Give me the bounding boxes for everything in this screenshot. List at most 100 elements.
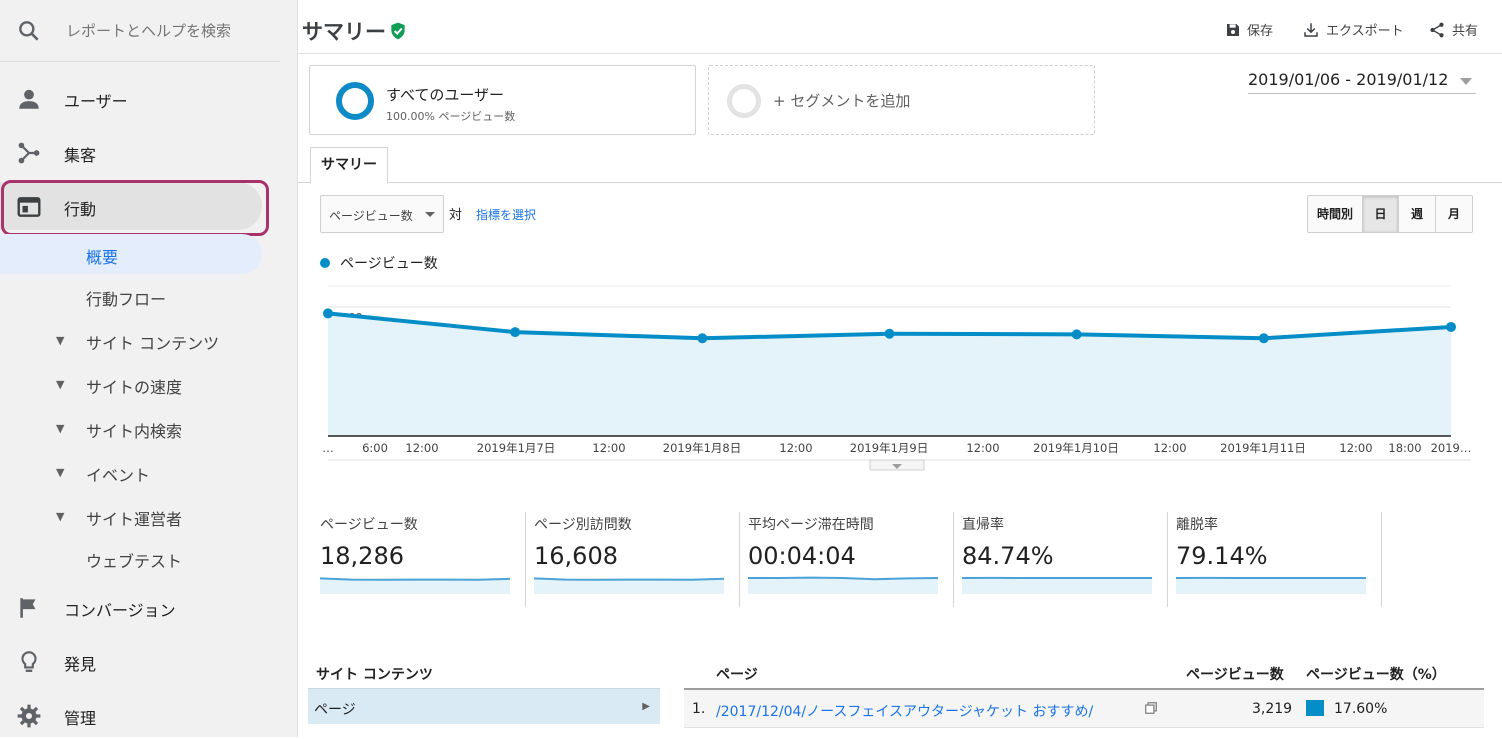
nav-label-admin: 管理 xyxy=(64,705,96,729)
nav-item-users[interactable]: ユーザー xyxy=(0,74,280,122)
expand-arrow-icon: ▼ xyxy=(56,334,64,347)
nav-sub-experiments[interactable]: ウェブテスト xyxy=(0,538,262,578)
data-point xyxy=(1259,333,1269,343)
x-tick-label: 12:00 xyxy=(779,441,812,455)
sparkline-area xyxy=(534,578,724,594)
granularity-month[interactable]: 月 xyxy=(1436,196,1472,232)
pick-metric-link[interactable]: 指標を選択 xyxy=(476,206,536,223)
nav-sub-label: サイト コンテンツ xyxy=(86,330,219,354)
x-tick-label: 12:00 xyxy=(405,441,438,455)
date-range-picker[interactable]: 2019/01/06 - 2019/01/12 xyxy=(1248,70,1476,94)
granularity-week[interactable]: 週 xyxy=(1399,196,1436,232)
site-content-header: サイト コンテンツ xyxy=(316,664,433,684)
nav-item-conversions[interactable]: コンバージョン xyxy=(0,583,280,631)
export-label: エクスポート xyxy=(1326,20,1404,39)
open-page-icon[interactable] xyxy=(1144,701,1158,715)
kpi-value: 84.74% xyxy=(962,542,1054,570)
kpi-bounce-rate[interactable]: 直帰率 84.74% xyxy=(954,512,1168,607)
granularity-toggle: 時間別 日 週 月 xyxy=(1307,195,1473,233)
granularity-hourly[interactable]: 時間別 xyxy=(1308,196,1363,232)
nav-sub-events[interactable]: ▼ イベント xyxy=(0,452,262,492)
nav-sub-label: イベント xyxy=(86,462,150,486)
nav-sub-label: 行動フロー xyxy=(86,286,166,310)
kpi-unique-pageviews[interactable]: ページ別訪問数 16,608 xyxy=(526,512,740,607)
kpi-avg-time-on-page[interactable]: 平均ページ滞在時間 00:04:04 xyxy=(740,512,954,607)
x-tick-label: 12:00 xyxy=(1339,441,1372,455)
add-segment-label: + セグメントを追加 xyxy=(773,90,910,111)
data-point xyxy=(1072,329,1082,339)
data-point xyxy=(1446,322,1456,332)
sidebar: レポートとヘルプを検索 ユーザー 集客 行動 概要 行動フロー ▼ サイト コン… xyxy=(0,0,298,737)
header-bar: サマリー 保存 エクスポート 共有 xyxy=(298,0,1502,54)
nav-item-discover[interactable]: 発見 xyxy=(0,637,280,685)
kpi-value: 79.14% xyxy=(1176,542,1268,570)
x-tick-label: … xyxy=(322,441,334,455)
tab-summary[interactable]: サマリー xyxy=(310,147,388,184)
x-tick-label: 2019年1月10日 xyxy=(1033,441,1119,455)
kpi-value: 18,286 xyxy=(320,542,404,570)
nav-sub-behavior-flow[interactable]: 行動フロー xyxy=(0,276,262,316)
legend-label: ページビュー数 xyxy=(340,253,438,273)
share-button[interactable]: 共有 xyxy=(1428,20,1478,39)
row-pct-bar xyxy=(1306,700,1324,716)
search-icon xyxy=(16,18,42,44)
kpi-sparkline xyxy=(1176,572,1366,594)
kpi-sparkline xyxy=(748,572,938,594)
save-button[interactable]: 保存 xyxy=(1225,20,1273,39)
search-box[interactable]: レポートとヘルプを検索 xyxy=(0,0,280,62)
nav-label-acquisition: 集客 xyxy=(64,142,96,166)
vs-label: 対 xyxy=(449,204,462,223)
save-label: 保存 xyxy=(1247,20,1273,39)
share-icon xyxy=(1428,21,1446,39)
kpi-value: 00:04:04 xyxy=(748,542,856,570)
x-tick-label: 12:00 xyxy=(1153,441,1186,455)
nav-item-acquisition[interactable]: 集客 xyxy=(0,128,280,176)
nav-sub-site-content[interactable]: ▼ サイト コンテンツ xyxy=(0,320,262,360)
sparkline-area xyxy=(320,578,510,594)
nav-sub-label: サイトの速度 xyxy=(86,374,182,398)
data-point xyxy=(885,329,895,339)
kpi-label: ページ別訪問数 xyxy=(534,514,632,534)
verified-shield-icon xyxy=(388,21,408,41)
export-button[interactable]: エクスポート xyxy=(1302,20,1404,39)
data-point xyxy=(510,327,520,337)
kpi-exit-rate[interactable]: 離脱率 79.14% xyxy=(1168,512,1382,607)
granularity-day[interactable]: 日 xyxy=(1363,196,1399,232)
download-icon xyxy=(1302,21,1320,39)
chevron-down-icon xyxy=(1460,78,1472,85)
gear-icon xyxy=(16,703,42,729)
add-segment-button[interactable]: + セグメントを追加 xyxy=(708,65,1095,135)
row-page-link[interactable]: /2017/12/04/ノースフェイスアウタージャケット おすすめ/ xyxy=(716,701,1093,721)
sparkline-line xyxy=(748,578,938,580)
nav-sub-label: 概要 xyxy=(86,244,118,268)
x-tick-label: 18:00 xyxy=(1388,441,1421,455)
x-tick-label: 2019… xyxy=(1431,441,1472,455)
x-tick-label: 2019年1月9日 xyxy=(850,441,928,455)
metric-select[interactable]: ページビュー数 xyxy=(320,195,444,233)
kpi-sparkline xyxy=(962,572,1152,594)
nav-sub-site-search[interactable]: ▼ サイト内検索 xyxy=(0,408,262,448)
nav-label-discover: 発見 xyxy=(64,651,96,675)
nav-item-admin[interactable]: 管理 xyxy=(0,691,280,739)
chevron-right-icon: ▶ xyxy=(642,701,650,712)
nav-sub-overview[interactable]: 概要 xyxy=(0,234,262,274)
x-tick-label: 12:00 xyxy=(592,441,625,455)
row-views: 3,219 xyxy=(1252,701,1292,717)
x-tick-label: 6:00 xyxy=(362,441,388,455)
highlight-frame xyxy=(1,180,269,236)
kpi-pageviews[interactable]: ページビュー数 18,286 xyxy=(312,512,526,607)
acquisition-icon xyxy=(16,140,42,166)
nav-sub-site-speed[interactable]: ▼ サイトの速度 xyxy=(0,364,262,404)
share-label: 共有 xyxy=(1452,20,1478,39)
kpi-sparkline xyxy=(320,572,510,594)
sparkline-area xyxy=(1176,578,1366,594)
segment-all-users[interactable]: すべてのユーザー 100.00% ページビュー数 xyxy=(309,65,696,135)
expand-arrow-icon: ▼ xyxy=(56,466,64,479)
row-rank: 1. xyxy=(692,701,705,717)
nav-sub-publisher[interactable]: ▼ サイト運営者 xyxy=(0,496,262,536)
kpi-label: 平均ページ滞在時間 xyxy=(748,514,874,534)
main-content: サマリー 保存 エクスポート 共有 すべてのユーザー 100.00% ページビュ… xyxy=(298,0,1502,737)
x-tick-label: 12:00 xyxy=(966,441,999,455)
site-content-row-page[interactable]: ページ ▶ xyxy=(308,688,660,724)
nav-sub-label: サイト内検索 xyxy=(86,418,182,442)
